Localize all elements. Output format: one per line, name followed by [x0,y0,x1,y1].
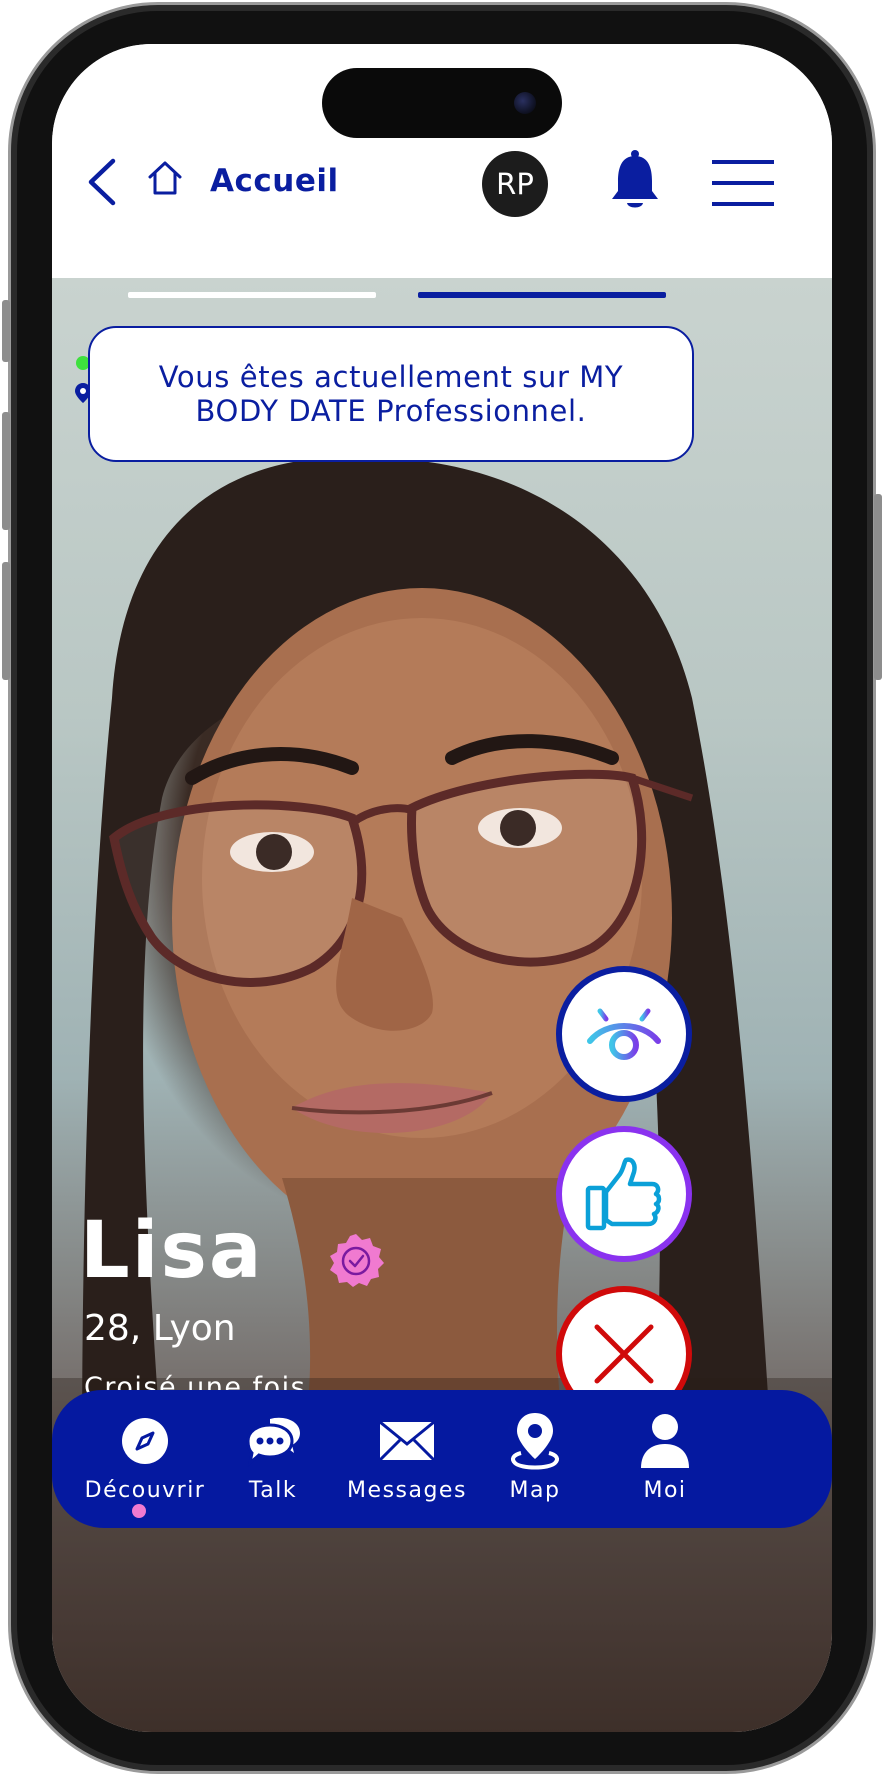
active-indicator-dot [132,1504,146,1518]
envelope-icon [378,1420,436,1462]
nav-item-map[interactable]: Map [490,1410,580,1503]
nav-label: Map [509,1478,561,1503]
side-button [874,494,882,680]
verified-badge-icon [330,1234,384,1287]
camera-icon [514,92,536,114]
nav-item-messages[interactable]: Messages [342,1410,472,1503]
dynamic-island [322,68,562,138]
eye-icon [587,1002,661,1060]
like-button[interactable] [556,1126,692,1262]
nav-item-moi[interactable]: Moi [620,1410,710,1503]
hamburger-menu-button[interactable] [712,160,774,206]
menu-line [712,202,774,206]
story-progress-segment [128,292,376,298]
side-button [2,300,10,362]
home-icon [148,161,182,195]
nav-label: Messages [347,1478,467,1503]
user-avatar[interactable]: RP [482,151,548,217]
story-progress-segment-active [418,292,666,298]
side-button [2,412,10,530]
user-icon [641,1414,689,1468]
profile-name: Lisa [80,1206,264,1296]
nav-label: Découvrir [84,1478,206,1503]
compass-icon [122,1418,168,1464]
chevron-left-icon [88,158,116,206]
close-x-icon [594,1324,654,1384]
app-screen: Accueil RP Vous êtes actuellement sur MY… [52,44,832,1732]
map-pin-icon [511,1413,559,1470]
nav-label: Talk [248,1478,298,1503]
nav-item-decouvrir[interactable]: Découvrir [84,1410,206,1503]
menu-line [712,160,774,164]
back-button[interactable] [82,152,122,212]
profile-age-city: 28, Lyon [84,1308,236,1349]
notifications-button[interactable] [608,148,662,212]
nav-item-talk[interactable]: Talk [228,1410,318,1503]
page-title: Accueil [210,163,339,199]
bottom-navigation: Découvrir Talk Messages Map Moi [52,1390,832,1528]
home-button[interactable] [144,156,186,200]
view-profile-button[interactable] [556,966,692,1102]
menu-line [712,181,774,185]
side-button [2,562,10,680]
thumbs-up-icon [585,1157,662,1231]
bell-icon [612,150,658,208]
chat-bubbles-icon [246,1417,300,1468]
nav-label: Moi [643,1478,687,1503]
info-banner: Vous êtes actuellement sur MY BODY DATE … [88,326,694,462]
